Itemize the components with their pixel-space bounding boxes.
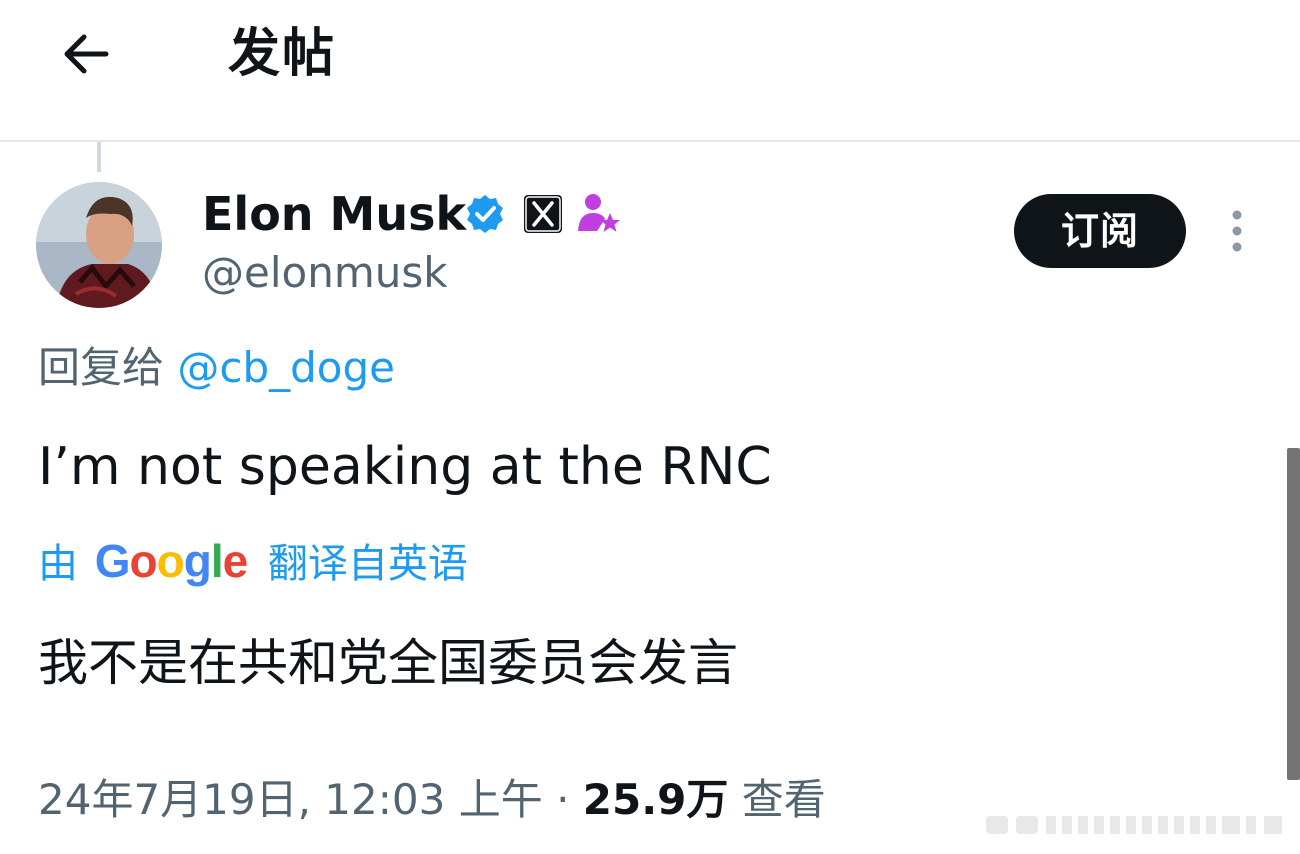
post-timestamp[interactable]: 24年7月19日, 12:03 上午 [38,775,543,824]
reply-to-link[interactable]: @cb_doge [177,343,395,392]
thread-connector-line [97,142,101,172]
meta-separator: · [556,775,570,824]
watermark [986,816,1282,834]
reply-prefix: 回复给 [38,343,165,392]
avatar-photo [36,182,162,308]
avatar[interactable] [36,182,162,308]
back-button[interactable] [58,24,118,84]
subscribe-button[interactable]: 订阅 [1014,194,1186,268]
translation-by: 由 [38,541,78,587]
translation-attribution[interactable]: 由 Google 翻译自英语 [38,532,468,593]
translation-label: 翻译自英语 [267,541,468,587]
arrow-left-icon [64,34,109,74]
scrollbar-thumb[interactable] [1287,448,1300,780]
reply-context: 回复给 @cb_doge [38,340,395,396]
subscriber-icon[interactable] [575,189,623,237]
translated-post-text: 我不是在共和党全国委员会发言 [38,634,738,692]
more-vertical-icon [1232,210,1242,252]
x-affiliation-icon[interactable] [523,194,563,234]
author-display-name[interactable]: Elon Musk [202,186,466,242]
page-title: 发帖 [228,24,337,84]
post-metadata: 24年7月19日, 12:03 上午 · 25.9万 查看 [38,768,826,832]
author-handle[interactable]: @elonmusk [202,246,448,300]
header-divider [0,140,1300,142]
views-label: 查看 [741,775,826,824]
verified-badge-icon[interactable] [463,192,507,236]
google-logo: Google [94,535,248,587]
post-text: I’m not speaking at the RNC [38,437,772,497]
more-options-button[interactable] [1222,208,1252,254]
views-count: 25.9万 [582,775,729,824]
header-bar: 发帖 [0,0,1300,140]
